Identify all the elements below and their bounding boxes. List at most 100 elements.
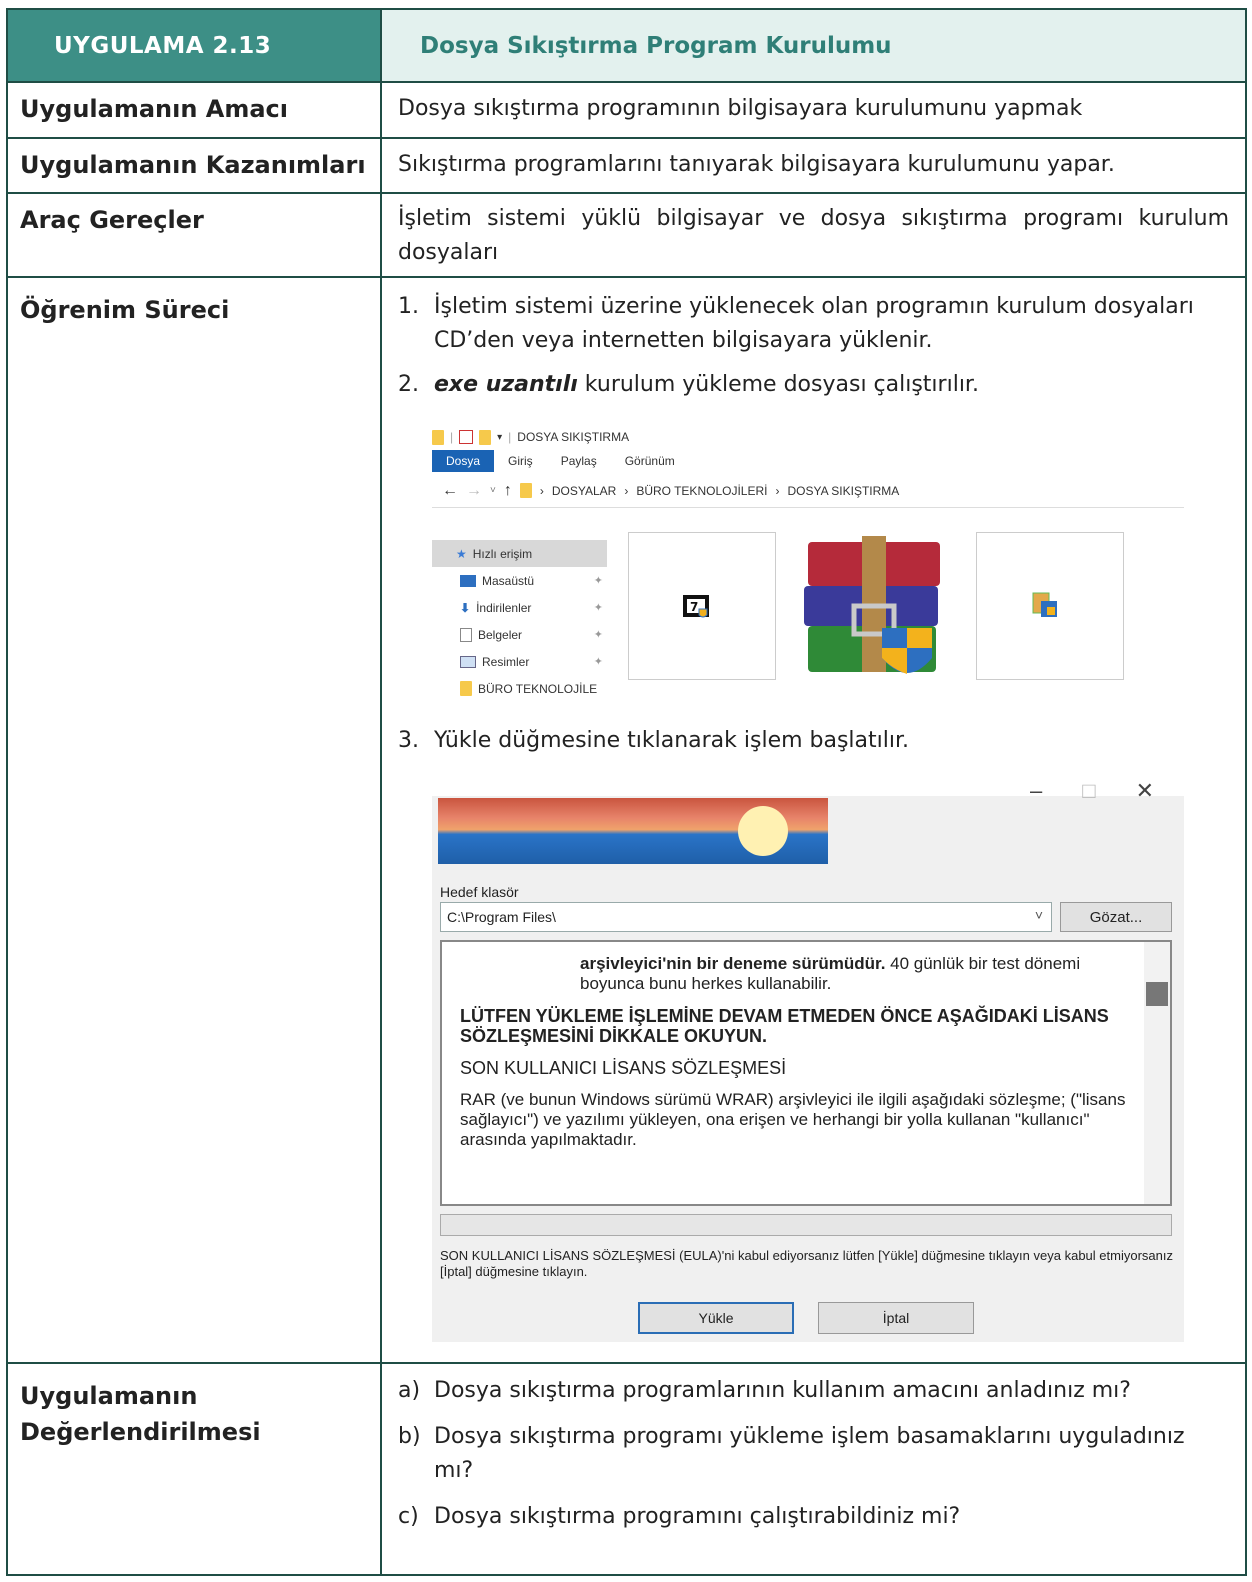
row-purpose: Uygulamanın Amacı Dosya sıkıştırma progr… <box>8 83 1245 139</box>
header-title-cell: Dosya Sıkıştırma Program Kurulumu <box>382 10 1245 81</box>
step-number: 3. <box>398 728 419 753</box>
license-heading: SON KULLANICI LİSANS SÖZLEŞMESİ <box>460 1058 787 1078</box>
row-label: Öğrenim Süreci <box>20 296 230 324</box>
row-text: Dosya sıkıştırma programının bilgisayara… <box>398 96 1083 121</box>
destination-folder-input[interactable]: C:\Program Files\ ˅ <box>440 902 1052 932</box>
installer-banner-image <box>438 798 828 864</box>
properties-icon[interactable] <box>459 430 474 444</box>
pin-icon: ✦ <box>593 629 603 641</box>
breadcrumb-item[interactable]: BÜRO TEKNOLOJİLERİ <box>636 484 767 498</box>
license-body: RAR (ve bunun Windows sürümü WRAR) arşiv… <box>460 1090 1126 1149</box>
folder-icon <box>460 681 472 696</box>
label-cell: Öğrenim Süreci <box>8 278 382 1362</box>
label-cell: Araç Gereçler <box>8 194 382 276</box>
row-label: Uygulamanın Amacı <box>20 95 289 123</box>
nav-item-pictures[interactable]: Resimler ✦ <box>432 648 607 675</box>
nav-label: Masaüstü <box>482 573 535 588</box>
maximize-icon[interactable]: □ <box>1082 778 1095 804</box>
breadcrumb-item[interactable]: DOSYALAR <box>552 484 616 498</box>
minimize-icon[interactable]: – <box>1030 778 1042 804</box>
quick-access-dropdown-icon[interactable]: ▾ <box>497 432 502 443</box>
nav-label: Resimler <box>482 654 530 669</box>
step-number: 1. <box>398 294 419 319</box>
activity-title: Dosya Sıkıştırma Program Kurulumu <box>420 32 892 59</box>
value-cell: Dosya sıkıştırma programının bilgisayara… <box>382 83 1245 137</box>
label-cell: Uygulamanın Kazanımları <box>8 139 382 192</box>
destination-folder-value: C:\Program Files\ <box>447 909 556 925</box>
nav-item-downloads[interactable]: ⬇ İndirilenler ✦ <box>432 594 607 621</box>
browse-button[interactable]: Gözat... <box>1060 902 1172 932</box>
label-cell: Uygulamanın Değerlendirilmesi <box>8 1364 382 1576</box>
pin-icon: ✦ <box>593 656 603 668</box>
row-outcomes: Uygulamanın Kazanımları Sıkıştırma progr… <box>8 139 1245 194</box>
nav-label: Hızlı erişim <box>472 546 533 561</box>
folder-icon <box>432 429 444 445</box>
question-letter: a) <box>398 1378 421 1403</box>
file-tile-winrar[interactable] <box>802 532 950 680</box>
tab-paylas[interactable]: Paylaş <box>547 450 611 472</box>
step-text: Yükle düğmesine tıklanarak işlem başlatı… <box>434 728 910 753</box>
eula-instruction: SON KULLANICI LİSANS SÖZLEŞMESİ (EULA)'n… <box>440 1248 1173 1279</box>
file-tile-setup[interactable] <box>976 532 1124 680</box>
pictures-icon <box>460 655 476 668</box>
value-cell: Sıkıştırma programlarını tanıyarak bilgi… <box>382 139 1245 192</box>
step-emphasis: exe uzantılı <box>434 372 578 397</box>
new-folder-icon[interactable] <box>479 429 492 445</box>
address-bar[interactable]: ← → ˅ ↑ › DOSYALAR › BÜRO TEKNOLOJİLERİ › D… <box>432 474 1184 508</box>
pin-icon: ✦ <box>593 575 603 587</box>
file-tile-7zip[interactable]: 7 <box>628 532 776 680</box>
installer-titlebar: – □ ✕ <box>432 768 1184 803</box>
folder-icon <box>519 483 532 498</box>
explorer-window-title: DOSYA SIKIŞTIRMA <box>517 430 630 444</box>
question-text: Dosya sıkıştırma programlarının kullanım… <box>434 1378 1131 1403</box>
install-progress-bar <box>440 1214 1172 1236</box>
row-label: Araç Gereçler <box>20 206 204 234</box>
nav-item-folder[interactable]: BÜRO TEKNOLOJİLE <box>432 675 607 702</box>
tab-giris[interactable]: Giriş <box>494 450 547 472</box>
explorer-screenshot: | ▾ | DOSYA SIKIŞTIRMA Dosya Giriş Payla… <box>432 422 1184 696</box>
step-number: 2. <box>398 372 419 397</box>
document-icon <box>460 627 472 642</box>
question-letter: b) <box>398 1424 421 1449</box>
row-label: Uygulamanın Kazanımları <box>20 151 366 179</box>
label-cell: Uygulamanın Amacı <box>8 83 382 137</box>
question-text: Dosya sıkıştırma programını çalıştırabil… <box>434 1504 961 1529</box>
sun-shape <box>738 806 788 856</box>
explorer-titlebar: | ▾ | DOSYA SIKIŞTIRMA <box>432 426 629 448</box>
chevron-down-icon[interactable]: ˅ <box>1035 907 1043 923</box>
row-label-line2: Değerlendirilmesi <box>20 1418 261 1446</box>
license-warning: LÜTFEN YÜKLEME İŞLEMİNE DEVAM ETMEDEN ÖN… <box>460 1006 1109 1046</box>
breadcrumb-item[interactable]: DOSYA SIKIŞTIRMA <box>787 484 899 498</box>
tab-dosya[interactable]: Dosya <box>432 450 495 472</box>
tab-gorunum[interactable]: Görünüm <box>611 450 689 472</box>
nav-item-quick-access[interactable]: ★ Hızlı erişim <box>432 540 607 567</box>
setup-installer-icon <box>1032 592 1057 617</box>
question-text: Dosya sıkıştırma programı yükleme işlem … <box>434 1424 1185 1483</box>
scrollbar-thumb[interactable] <box>1146 982 1168 1006</box>
row-tools: Araç Gereçler İşletim sistemi yüklü bilg… <box>8 194 1245 278</box>
row-evaluation: Uygulamanın Değerlendirilmesi a) Dosya sı… <box>8 1364 1245 1576</box>
install-button[interactable]: Yükle <box>638 1302 794 1334</box>
license-scrollbar[interactable] <box>1144 942 1170 1204</box>
nav-item-documents[interactable]: Belgeler ✦ <box>432 621 607 648</box>
winrar-setup-icon <box>804 536 940 674</box>
nav-label: BÜRO TEKNOLOJİLE <box>478 681 598 696</box>
cancel-button[interactable]: İptal <box>818 1302 974 1334</box>
license-text-box[interactable]: arşivleyici'nin bir deneme sürümüdür. 40… <box>440 940 1172 1206</box>
nav-label: Belgeler <box>478 627 523 642</box>
activity-code: UYGULAMA 2.13 <box>54 32 272 59</box>
step-text: İşletim sistemi üzerine yüklenecek olan … <box>434 294 1194 353</box>
star-icon: ★ <box>456 546 467 561</box>
value-cell: İşletim sistemi yüklü bilgisayar ve dosy… <box>382 194 1245 276</box>
forward-arrow-icon[interactable]: → <box>466 482 482 500</box>
question-c: c) Dosya sıkıştırma programını çalıştırab… <box>398 1500 1229 1534</box>
up-arrow-icon[interactable]: ↑ <box>504 482 512 500</box>
close-icon[interactable]: ✕ <box>1136 778 1154 804</box>
question-letter: c) <box>398 1504 419 1529</box>
step-2: 2. exe uzantılı kurulum yükleme dosyası ç… <box>398 368 1229 402</box>
back-arrow-icon[interactable]: ← <box>442 482 458 500</box>
installer-screenshot: – □ ✕ Hedef klasör C:\Program Files\ ˅ Gö… <box>432 768 1184 1342</box>
recent-dropdown-icon[interactable]: ˅ <box>490 485 496 496</box>
nav-item-desktop[interactable]: Masaüstü ✦ <box>432 567 607 594</box>
table-header-row: UYGULAMA 2.13 Dosya Sıkıştırma Program K… <box>8 10 1245 83</box>
